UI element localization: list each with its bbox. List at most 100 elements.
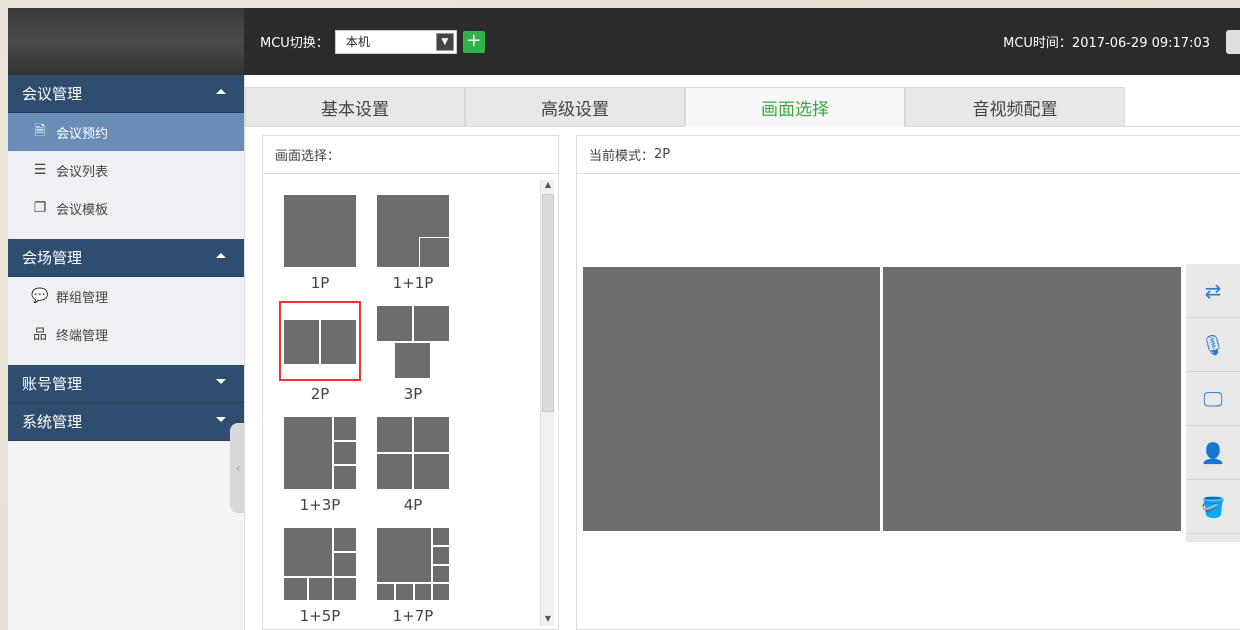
layout-thumbnail — [283, 416, 357, 490]
preview-panel: 当前模式： 2P ⇄ 🎙 🖵 👤 🪣 — [576, 135, 1240, 630]
layout-cell — [283, 527, 333, 577]
preview-pane-1[interactable] — [583, 267, 880, 531]
layout-option-4p[interactable]: 4P — [373, 416, 453, 514]
layout-label: 1+5P — [299, 607, 341, 625]
layout-option-1-1p[interactable]: 1+1P — [373, 194, 453, 292]
top-bar: MCU切换： 本机 ▼ + MCU时间：2017-06-29 09:17:03 — [8, 8, 1240, 75]
microphone-icon: 🎙 — [1200, 332, 1226, 357]
sidebar-item-meeting-booking[interactable]: 🗎 会议预约 — [8, 113, 244, 151]
layout-cell — [376, 583, 395, 601]
sidebar-group-label: 会议管理 — [22, 85, 83, 103]
selection-outline — [279, 301, 361, 381]
sidebar-group-meeting[interactable]: 会议管理 — [8, 75, 244, 113]
sidebar-group-label: 系统管理 — [22, 413, 83, 431]
layout-label: 1+3P — [299, 496, 341, 514]
layout-cell — [308, 577, 333, 601]
layout-option-3p[interactable]: 3P — [373, 305, 453, 403]
chevron-left-icon: ‹ — [235, 461, 241, 475]
main-content: 基本设置 高级设置 画面选择 音视频配置 画面选择： 1P 1+1P 2P 3P… — [244, 75, 1240, 630]
mcu-time: MCU时间：2017-06-29 09:17:03 — [1003, 32, 1210, 51]
template-icon: ❐ — [33, 200, 47, 216]
chevron-down-icon[interactable]: ▼ — [435, 32, 454, 51]
layout-option-1-7p[interactable]: 1+7P — [373, 527, 453, 625]
paint-bucket-icon: 🪣 — [1200, 494, 1226, 519]
tab-label: 基本设置 — [321, 99, 389, 120]
tab-advanced-settings[interactable]: 高级设置 — [465, 87, 685, 127]
preview-pane-2[interactable] — [883, 267, 1181, 531]
layout-option-2p[interactable]: 2P — [279, 301, 361, 403]
swap-button[interactable]: ⇄ — [1186, 264, 1240, 318]
layout-label: 1+7P — [392, 607, 434, 625]
layout-thumbnail — [283, 527, 357, 601]
sidebar-group-label: 会场管理 — [22, 249, 83, 267]
mcu-select[interactable]: 本机 ▼ — [334, 29, 457, 54]
layout-cell — [432, 565, 450, 583]
layout-cell — [432, 546, 450, 565]
layout-cell — [432, 527, 450, 546]
tab-av-config[interactable]: 音视频配置 — [905, 87, 1125, 127]
layout-thumbnail — [376, 527, 450, 601]
tab-bar: 基本设置 高级设置 画面选择 音视频配置 — [245, 87, 1240, 127]
user-button[interactable]: 👤 — [1186, 426, 1240, 480]
layout-cell — [333, 527, 357, 552]
layout-grid: 1P 1+1P 2P 3P 1+3P 4P 1+5P 1+7P — [263, 174, 539, 630]
sidebar-item-meeting-list[interactable]: ☰ 会议列表 — [8, 151, 244, 189]
tab-basic-settings[interactable]: 基本设置 — [245, 87, 465, 127]
layout-option-1p[interactable]: 1P — [280, 194, 360, 292]
scrollbar-thumb[interactable] — [542, 194, 554, 412]
mcu-time-label: MCU时间： — [1003, 36, 1072, 51]
layout-cell — [376, 416, 413, 453]
top-right-button[interactable] — [1226, 30, 1240, 54]
layout-thumbnail — [279, 301, 361, 381]
sidebar-group-venue[interactable]: 会场管理 — [8, 239, 244, 277]
caret-down-icon — [216, 379, 226, 384]
scroll-down-icon[interactable]: ▼ — [541, 614, 555, 626]
paint-bucket-button[interactable]: 🪣 — [1186, 480, 1240, 534]
layout-cell — [394, 342, 431, 379]
layout-option-1-3p[interactable]: 1+3P — [280, 416, 360, 514]
layout-selection-panel: 画面选择： 1P 1+1P 2P 3P 1+3P 4P 1+5P 1+7P ▲ … — [262, 135, 559, 630]
sidebar-group-system[interactable]: 系统管理 — [8, 403, 244, 441]
tab-screen-selection[interactable]: 画面选择 — [685, 87, 905, 127]
layout-scrollbar[interactable]: ▲ ▼ — [540, 180, 554, 626]
add-mcu-button[interactable]: + — [462, 29, 485, 53]
tool-strip: ⇄ 🎙 🖵 👤 🪣 — [1186, 264, 1240, 542]
layout-cell — [413, 416, 450, 453]
scroll-up-icon[interactable]: ▲ — [541, 180, 555, 192]
sidebar-item-group-management[interactable]: 💬 群组管理 — [8, 277, 244, 315]
sidebar-item-meeting-template[interactable]: ❐ 会议模板 — [8, 189, 244, 227]
layout-cell — [333, 441, 357, 465]
logo-area — [8, 8, 244, 75]
microphone-button[interactable]: 🎙 — [1186, 318, 1240, 372]
caret-up-icon — [216, 253, 226, 258]
plus-icon: + — [466, 29, 482, 51]
layout-cell — [432, 583, 450, 601]
current-mode-value: 2P — [654, 147, 671, 162]
layout-thumbnail — [376, 305, 450, 379]
mcu-time-value: 2017-06-29 09:17:03 — [1071, 36, 1210, 51]
sidebar-gap — [8, 227, 244, 239]
layout-preview — [583, 267, 1181, 531]
tab-label: 音视频配置 — [972, 99, 1058, 120]
layout-cell — [414, 583, 432, 601]
mcu-switch-label: MCU切换： — [260, 36, 329, 51]
layout-label: 4P — [403, 496, 423, 514]
sidebar-group-label: 账号管理 — [22, 375, 83, 393]
tab-label: 高级设置 — [541, 99, 609, 120]
layout-cell — [413, 305, 450, 342]
layout-thumbnail — [376, 416, 450, 490]
layout-cell — [333, 465, 357, 490]
layout-cell — [283, 194, 357, 268]
caret-up-icon — [216, 89, 226, 94]
layout-label: 2P — [310, 385, 330, 403]
layout-cell — [283, 577, 308, 601]
monitor-button[interactable]: 🖵 — [1186, 372, 1240, 426]
layout-option-1-5p[interactable]: 1+5P — [280, 527, 360, 625]
tab-label: 画面选择 — [761, 99, 829, 120]
sidebar-item-terminal-management[interactable]: 品 终端管理 — [8, 315, 244, 353]
layout-panel-title: 画面选择： — [263, 136, 558, 174]
sidebar-group-account[interactable]: 账号管理 — [8, 365, 244, 403]
document-icon: 🗎 — [34, 123, 46, 139]
layout-cell — [419, 237, 450, 268]
user-icon: 👤 — [1200, 440, 1226, 465]
